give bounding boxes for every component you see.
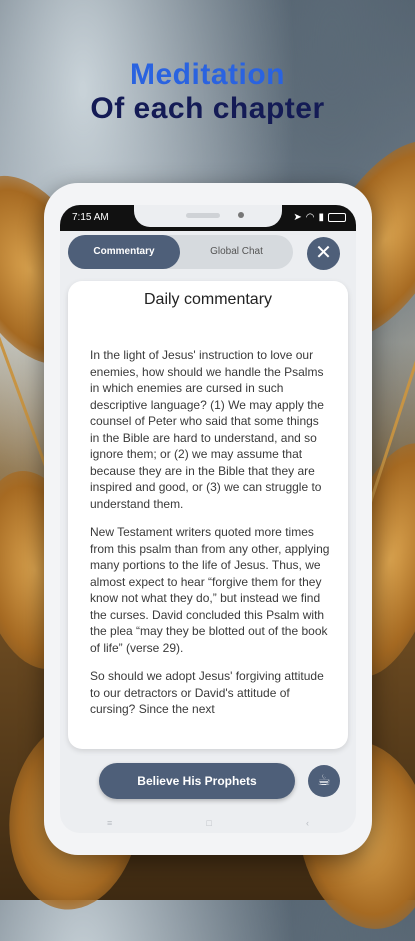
paragraph: New Testament writers quoted more times …	[90, 525, 330, 655]
speaker-icon	[186, 213, 220, 218]
camera-notch	[134, 205, 282, 227]
close-icon: ✕	[315, 242, 332, 264]
tab-commentary[interactable]: Commentary	[68, 235, 180, 269]
believe-his-prophets-button[interactable]: Believe His Prophets	[99, 763, 295, 799]
navigation-icon: ➤	[293, 212, 302, 223]
battery-icon	[328, 213, 346, 222]
back-icon[interactable]: ‹	[306, 818, 309, 828]
commentary-card: Daily commentary In the light of Jesus' …	[68, 281, 348, 749]
coffee-cup-icon: ☕	[317, 772, 331, 789]
camera-icon	[238, 212, 244, 218]
phone-frame: 7:15 AM ➤ ◠ ▮ Commentary Global Chat ✕ D…	[44, 183, 372, 855]
paragraph: In the light of Jesus' instruction to lo…	[90, 348, 324, 511]
app-screen: 7:15 AM ➤ ◠ ▮ Commentary Global Chat ✕ D…	[60, 205, 356, 833]
home-icon[interactable]: □	[206, 818, 211, 828]
commentary-text: In the light of Jesus' instruction to lo…	[90, 347, 330, 730]
status-time: 7:15 AM	[72, 212, 109, 223]
status-icons: ➤ ◠ ▮	[293, 212, 346, 223]
card-title: Daily commentary	[143, 291, 273, 308]
status-bar: 7:15 AM ➤ ◠ ▮	[60, 205, 356, 231]
system-nav-bar: ≡ □ ‹	[60, 813, 356, 833]
promo-subtitle: Of each chapter	[90, 92, 325, 125]
paragraph: So should we adopt Jesus' forgiving atti…	[90, 669, 324, 716]
tab-global-chat[interactable]: Global Chat	[180, 235, 293, 269]
menu-icon[interactable]: ≡	[107, 818, 112, 828]
wifi-icon: ◠	[305, 212, 315, 223]
promo-title: Meditation	[130, 58, 285, 91]
tab-bar: Commentary Global Chat	[68, 235, 293, 269]
close-button[interactable]: ✕	[307, 237, 340, 270]
signal-icon: ▮	[318, 212, 324, 223]
coffee-cup-button[interactable]: ☕	[308, 765, 340, 797]
